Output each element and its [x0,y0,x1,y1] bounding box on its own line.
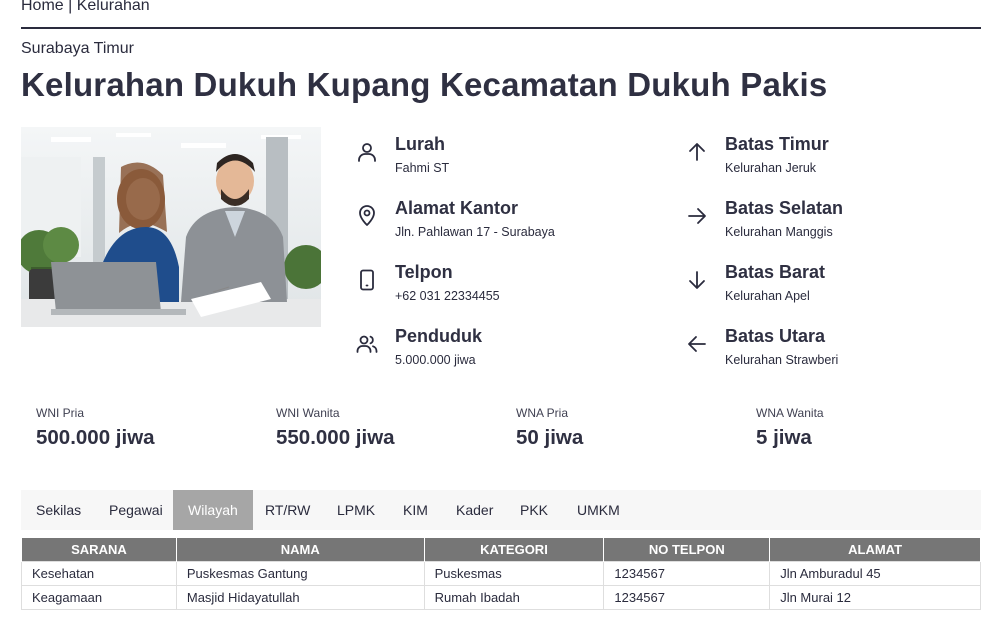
table-cell: Puskesmas Gantung [175,561,425,586]
batas-barat-title: Batas Barat [725,262,826,282]
location-pin-icon [359,205,375,226]
arrow-up-icon [689,143,705,161]
table-cell: 1234567 [603,585,771,610]
stat-wna-pria: WNA Pria 50 jiwa [516,406,736,450]
tab-wilayah[interactable]: Wilayah [173,490,253,530]
breadcrumb: Home | Kelurahan [21,0,150,15]
breadcrumb-separator: | [63,0,77,14]
column-header-alamat: ALAMAT [769,537,981,562]
info-batas-timur: Batas Timur Kelurahan Jeruk [685,130,945,180]
table-cell: Jln Amburadul 45 [769,561,981,586]
wilayah-table: SARANA NAMA KATEGORI NO TELPON ALAMAT Ke… [21,537,981,610]
alamat-title: Alamat Kantor [395,198,519,218]
tab-rt-rw[interactable]: RT/RW [250,490,325,530]
table-cell: Keagamaan [21,585,177,610]
table-cell: Puskesmas [423,561,605,586]
tab-sekilas[interactable]: Sekilas [21,490,96,530]
stat-wni-pria: WNI Pria 500.000 jiwa [36,406,256,450]
stat-wna-wanita: WNA Wanita 5 jiwa [756,406,976,450]
arrow-right-icon [688,208,706,224]
person-icon [358,143,376,162]
page-subtitle: Surabaya Timur [21,40,134,57]
people-icon [356,335,378,353]
info-lurah: Lurah Fahmi ST [355,130,615,180]
stat-wni-wanita: WNI Wanita 550.000 jiwa [276,406,496,450]
batas-barat-value: Kelurahan Apel [725,289,810,303]
telpon-title: Telpon [395,262,453,282]
batas-selatan-title: Batas Selatan [725,198,844,218]
stat-value: 550.000 jiwa [276,426,395,449]
tab-pegawai[interactable]: Pegawai [94,490,178,530]
table-row: Keagamaan Masjid Hidayatullah Rumah Ibad… [21,585,981,610]
table-cell: Rumah Ibadah [423,585,605,610]
tab-umkm[interactable]: UMKM [562,490,635,530]
table-cell: 1234567 [603,561,771,586]
arrow-down-icon [689,271,705,289]
info-batas-selatan: Batas Selatan Kelurahan Manggis [685,194,945,244]
column-header-sarana: SARANA [21,537,177,562]
alamat-value: Jln. Pahlawan 17 - Surabaya [395,225,555,239]
batas-utara-value: Kelurahan Strawberi [725,353,839,367]
office-photo [21,127,321,327]
table-cell: Kesehatan [21,561,177,586]
arrow-left-icon [688,336,706,352]
stat-label: WNA Wanita [756,406,824,420]
info-penduduk: Penduduk 5.000.000 jiwa [355,322,615,372]
phone-icon [360,269,374,291]
info-batas-barat: Batas Barat Kelurahan Apel [685,258,945,308]
column-header-kategori: KATEGORI [423,537,605,562]
lurah-value: Fahmi ST [395,161,450,175]
stat-label: WNI Pria [36,406,84,420]
page-title: Kelurahan Dukuh Kupang Kecamatan Dukuh P… [21,66,828,103]
breadcrumb-current-link[interactable]: Kelurahan [77,0,150,14]
breadcrumb-home-link[interactable]: Home [21,0,64,14]
table-header-row: SARANA NAMA KATEGORI NO TELPON ALAMAT [21,537,981,562]
table-row: Kesehatan Puskesmas Gantung Puskesmas 12… [21,561,981,586]
tab-lpmk[interactable]: LPMK [322,490,390,530]
column-header-nama: NAMA [175,537,425,562]
stat-label: WNA Pria [516,406,569,420]
telpon-value: +62 031 22334455 [395,289,500,303]
column-header-no-telpon: NO TELPON [603,537,771,562]
tab-kader[interactable]: Kader [441,490,508,530]
info-batas-utara: Batas Utara Kelurahan Strawberi [685,322,945,372]
stat-label: WNI Wanita [276,406,340,420]
batas-timur-value: Kelurahan Jeruk [725,161,817,175]
lurah-title: Lurah [395,134,446,154]
tab-pkk[interactable]: PKK [505,490,563,530]
batas-utara-title: Batas Utara [725,326,826,346]
stat-value: 500.000 jiwa [36,426,155,449]
table-cell: Jln Murai 12 [769,585,981,610]
stat-value: 5 jiwa [756,426,812,449]
tab-kim[interactable]: KIM [388,490,443,530]
batas-selatan-value: Kelurahan Manggis [725,225,833,239]
stat-value: 50 jiwa [516,426,584,449]
header-divider [21,27,981,29]
penduduk-title: Penduduk [395,326,483,346]
penduduk-value: 5.000.000 jiwa [395,353,476,367]
table-cell: Masjid Hidayatullah [175,585,425,610]
info-telpon: Telpon +62 031 22334455 [355,258,615,308]
info-alamat: Alamat Kantor Jln. Pahlawan 17 - Surabay… [355,194,615,244]
batas-timur-title: Batas Timur [725,134,829,154]
tab-bar: Sekilas Pegawai Wilayah RT/RW LPMK KIM K… [21,490,981,530]
